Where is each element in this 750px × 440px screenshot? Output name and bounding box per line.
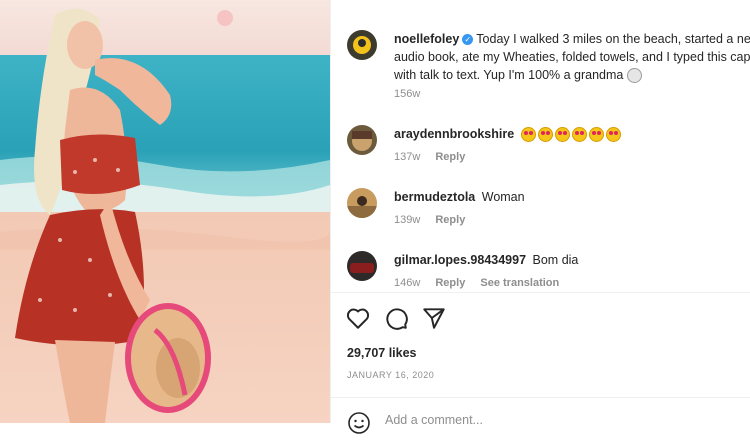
comment-meta: 146w Reply See translation (394, 277, 571, 289)
comment-username[interactable]: gilmar.lopes.98434997 (394, 253, 526, 267)
grandma-emoji-icon (626, 68, 642, 84)
heart-icon[interactable] (345, 305, 371, 331)
see-translation-button[interactable]: See translation (480, 277, 559, 289)
comment-body: Woman (481, 190, 525, 204)
comment-body: Bom dia (532, 253, 579, 267)
post-panel: noellefoley ✓ Today I walked 3 miles on th… (330, 0, 750, 434)
caption-time[interactable]: 156w (394, 88, 420, 100)
reply-button[interactable]: Reply (435, 277, 465, 289)
add-comment-bar (347, 408, 747, 438)
comment-meta: 139w Reply (394, 214, 477, 226)
comment-text: araydennbrookshire (394, 125, 750, 143)
comment-text: bermudeztola Woman (394, 188, 750, 206)
reply-button[interactable]: Reply (435, 151, 465, 163)
avatar[interactable] (347, 125, 377, 155)
reply-button[interactable]: Reply (435, 214, 465, 226)
comment-username[interactable]: araydennbrookshire (394, 127, 514, 141)
comment-username[interactable]: bermudeztola (394, 190, 475, 204)
caption-text: noellefoley ✓ Today I walked 3 miles on th… (394, 30, 750, 84)
divider (331, 397, 750, 398)
likes-count[interactable]: 29,707 likes (347, 346, 417, 360)
comment-icon[interactable] (383, 305, 409, 331)
caption-meta: 156w (394, 88, 432, 100)
author-username[interactable]: noellefoley (394, 32, 459, 46)
verified-icon: ✓ (462, 34, 474, 46)
comment-meta: 137w Reply (394, 151, 477, 163)
comment-time[interactable]: 146w (394, 277, 420, 289)
comment-time[interactable]: 139w (394, 214, 420, 226)
divider (331, 292, 750, 293)
avatar[interactable] (347, 188, 377, 218)
share-icon[interactable] (421, 305, 447, 331)
comment-time[interactable]: 137w (394, 151, 420, 163)
comment-text: gilmar.lopes.98434997 Bom dia (394, 251, 750, 269)
add-comment-input[interactable] (383, 412, 687, 428)
avatar[interactable] (347, 251, 377, 281)
heart-eyes-emoji-icon (520, 127, 623, 143)
author-avatar[interactable] (347, 30, 377, 60)
smile-icon[interactable] (347, 411, 371, 440)
post-date: JANUARY 16, 2020 (347, 370, 435, 380)
post-photo (0, 0, 330, 423)
